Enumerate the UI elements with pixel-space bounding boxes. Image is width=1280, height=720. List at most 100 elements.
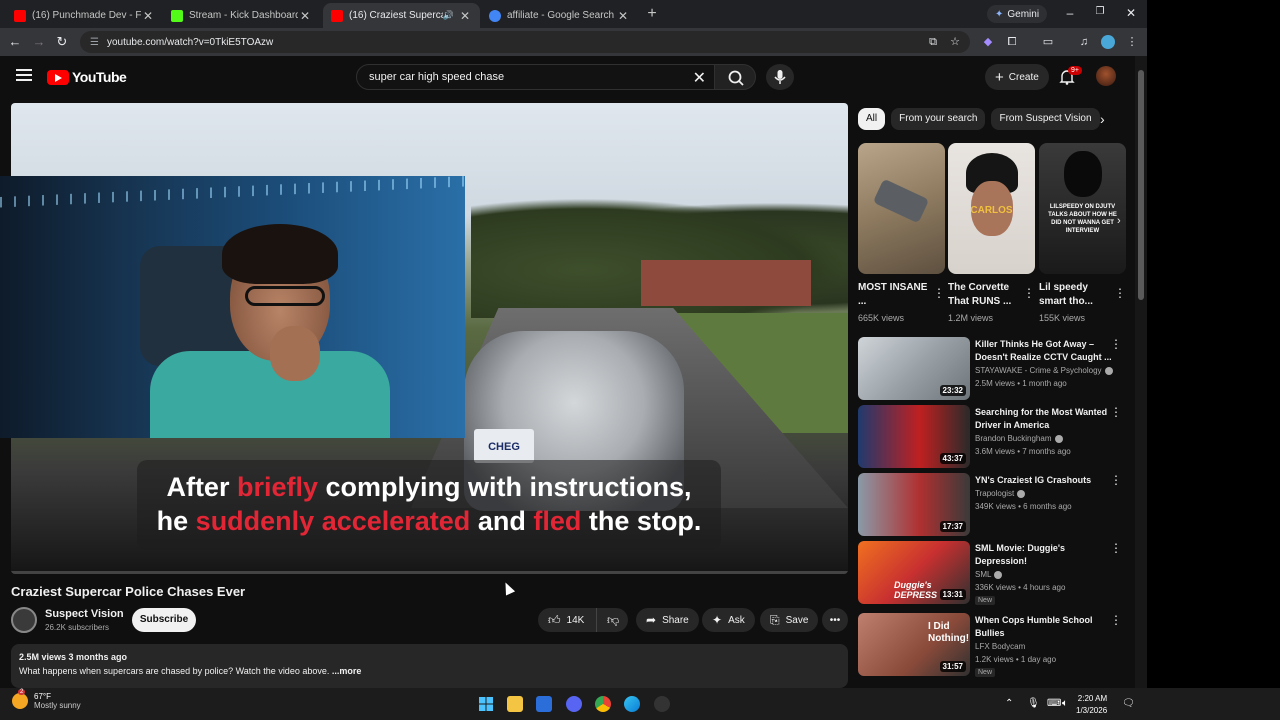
extension-icon[interactable]: ◆ (981, 35, 995, 49)
search-input[interactable]: super car high speed chase ✕ (356, 64, 715, 90)
extensions-puzzle-icon[interactable]: ⧠ (1005, 35, 1019, 49)
clock-date: 1/3/2026 (1076, 706, 1108, 715)
more-options-icon[interactable]: ⋮ (1110, 613, 1122, 627)
channel-name[interactable]: Suspect Vision (45, 608, 124, 620)
tab-craziest-supercar[interactable]: (16) Craziest Supercar Police 🔊 ✕ (323, 3, 480, 28)
discord-icon[interactable] (566, 696, 582, 712)
tab-punchmade[interactable]: (16) Punchmade Dev - Financia ✕ (6, 3, 163, 28)
chip-from-your-search[interactable]: From your search (891, 108, 986, 130)
microphone-tray-icon[interactable]: 🎙︎ (1027, 698, 1040, 709)
short-item[interactable]: LILSPEEDY ON DJUTV TALKS ABOUT HOW HE DI… (1039, 143, 1126, 323)
file-explorer-icon[interactable] (507, 696, 523, 712)
recommended-video[interactable]: 43:37 Searching for the Most Wanted Driv… (858, 405, 1128, 469)
microsoft-store-icon[interactable] (536, 696, 552, 712)
short-more-icon[interactable]: ⋮ (1023, 286, 1035, 300)
video-progress-bar[interactable] (11, 571, 848, 574)
short-more-icon[interactable]: ⋮ (1114, 286, 1126, 300)
youtube-wordmark: YouTube (72, 69, 127, 85)
recommended-video[interactable]: 17:37 YN's Craziest IG Crashouts Trapolo… (858, 473, 1128, 537)
video-title: When Cops Humble School Bullies (975, 615, 1093, 638)
subscribe-button[interactable]: Subscribe (132, 608, 196, 632)
app-icon[interactable] (654, 696, 670, 712)
description-box[interactable]: 2.5M views 3 months ago What happens whe… (11, 644, 848, 688)
network-icon[interactable]: ⌨ (1047, 698, 1061, 709)
audio-playing-icon[interactable]: 🔊 (443, 10, 454, 21)
volume-icon[interactable]: 🔈︎ (1062, 698, 1068, 709)
verified-check-icon (1104, 366, 1113, 375)
search-button[interactable] (714, 64, 756, 90)
site-info-icon[interactable]: ☰ (90, 37, 99, 48)
video-caption: After briefly complying with instruction… (137, 460, 721, 550)
like-button[interactable]: 👍︎ 14K (538, 608, 596, 632)
account-avatar[interactable] (1096, 66, 1116, 86)
notifications-icon[interactable]: 🗨︎ (1122, 698, 1135, 709)
shorts-next-chevron-icon[interactable]: › (1117, 215, 1131, 229)
chip-from-suspect-vision[interactable]: From Suspect Vision (991, 108, 1100, 130)
more-options-icon[interactable]: ⋮ (1110, 337, 1122, 351)
youtube-logo[interactable]: YouTube (47, 69, 127, 85)
weather-sun-icon: 2 (12, 689, 28, 709)
more-options-icon[interactable]: ⋮ (1110, 405, 1122, 419)
duration-badge: 23:32 (939, 385, 966, 396)
close-tab-icon[interactable]: ✕ (141, 9, 155, 23)
windows-start-icon[interactable] (478, 696, 494, 712)
close-tab-icon[interactable]: ✕ (298, 9, 312, 23)
tab-affiliate-search[interactable]: affiliate - Google Search ✕ (481, 3, 638, 28)
address-bar[interactable]: ☰ youtube.com/watch?v=0TkiE5TOAzw (80, 31, 970, 53)
chip-all[interactable]: All (858, 108, 886, 130)
dislike-button[interactable]: 👎︎ (596, 608, 628, 632)
short-more-icon[interactable]: ⋮ (933, 286, 945, 300)
clear-search-icon[interactable]: ✕ (693, 68, 706, 88)
media-control-icon[interactable]: ♫ (1077, 35, 1091, 49)
system-clock[interactable]: 2:20 AM 1/3/2026 (1076, 693, 1107, 717)
more-options-icon[interactable]: ⋮ (1110, 473, 1122, 487)
sparkle-icon: ✦ (712, 613, 723, 627)
close-tab-icon[interactable]: ✕ (458, 9, 472, 23)
weather-widget[interactable]: 2 67°F Mostly sunny (12, 689, 81, 710)
back-arrow-icon[interactable]: ← (7, 34, 23, 50)
share-button[interactable]: ➦ Share (636, 608, 699, 632)
streamer-hand (270, 326, 320, 381)
page-scrollbar[interactable] (1135, 56, 1147, 688)
side-panel-icon[interactable]: ▭ (1041, 35, 1055, 49)
show-hidden-icons-chevron-icon[interactable]: ⌃ (1005, 698, 1013, 709)
close-window-button[interactable]: ✕ (1123, 6, 1139, 20)
more-actions-button[interactable]: ••• (822, 608, 848, 632)
reload-icon[interactable]: ↻ (54, 34, 70, 50)
microphone-icon (774, 70, 786, 84)
ask-button[interactable]: ✦ Ask (702, 608, 755, 632)
maximize-button[interactable]: ❐ (1092, 6, 1108, 17)
voice-search-button[interactable] (766, 64, 794, 90)
chips-next-chevron-icon[interactable]: › (1100, 111, 1105, 127)
short-item[interactable]: CARLOS The Corvette That RUNS ... ⋮ 1.2M… (948, 143, 1035, 323)
install-app-icon[interactable]: ⧉ (926, 35, 940, 49)
hamburger-menu-icon[interactable] (16, 69, 32, 81)
google-favicon-icon (489, 9, 501, 22)
recommended-video[interactable]: 23:32 Killer Thinks He Got Away – Doesn'… (858, 337, 1128, 401)
recommended-video[interactable]: Duggie's DEPRESS 13:31 SML Movie: Duggie… (858, 541, 1128, 605)
recommended-video[interactable]: I Did Nothing! 31:57 When Cops Humble Sc… (858, 613, 1128, 677)
chrome-icon[interactable] (595, 696, 611, 712)
new-tab-button[interactable]: + (643, 5, 661, 23)
short-item[interactable]: MOST INSANE ... ⋮ 665K views (858, 143, 945, 323)
close-tab-icon[interactable]: ✕ (616, 9, 630, 23)
more-options-icon[interactable]: ⋮ (1110, 541, 1122, 555)
show-more-link[interactable]: ...more (329, 666, 362, 676)
bookmark-star-icon[interactable]: ☆ (948, 35, 962, 49)
forward-arrow-icon[interactable]: → (31, 34, 47, 50)
profile-avatar[interactable] (1101, 35, 1115, 49)
temperature: 67°F (34, 692, 51, 701)
channel-avatar[interactable] (11, 607, 37, 633)
tab-title: Stream - Kick Dashboard (189, 10, 298, 21)
plus-icon: + (995, 68, 1004, 86)
edge-icon[interactable] (624, 696, 640, 712)
tab-kick-dashboard[interactable]: Stream - Kick Dashboard ✕ (163, 3, 320, 28)
save-button[interactable]: ⎘ Save (760, 608, 819, 632)
short-thumb-mask (1064, 151, 1102, 197)
menu-kebab-icon[interactable]: ⋮ (1125, 35, 1139, 49)
minimize-button[interactable]: – (1062, 6, 1078, 20)
gemini-button[interactable]: ✦ Gemini (987, 5, 1048, 23)
video-thumbnail: Duggie's DEPRESS 13:31 (858, 541, 970, 604)
scrollbar-thumb[interactable] (1138, 70, 1144, 300)
create-button[interactable]: + Create (985, 64, 1049, 90)
